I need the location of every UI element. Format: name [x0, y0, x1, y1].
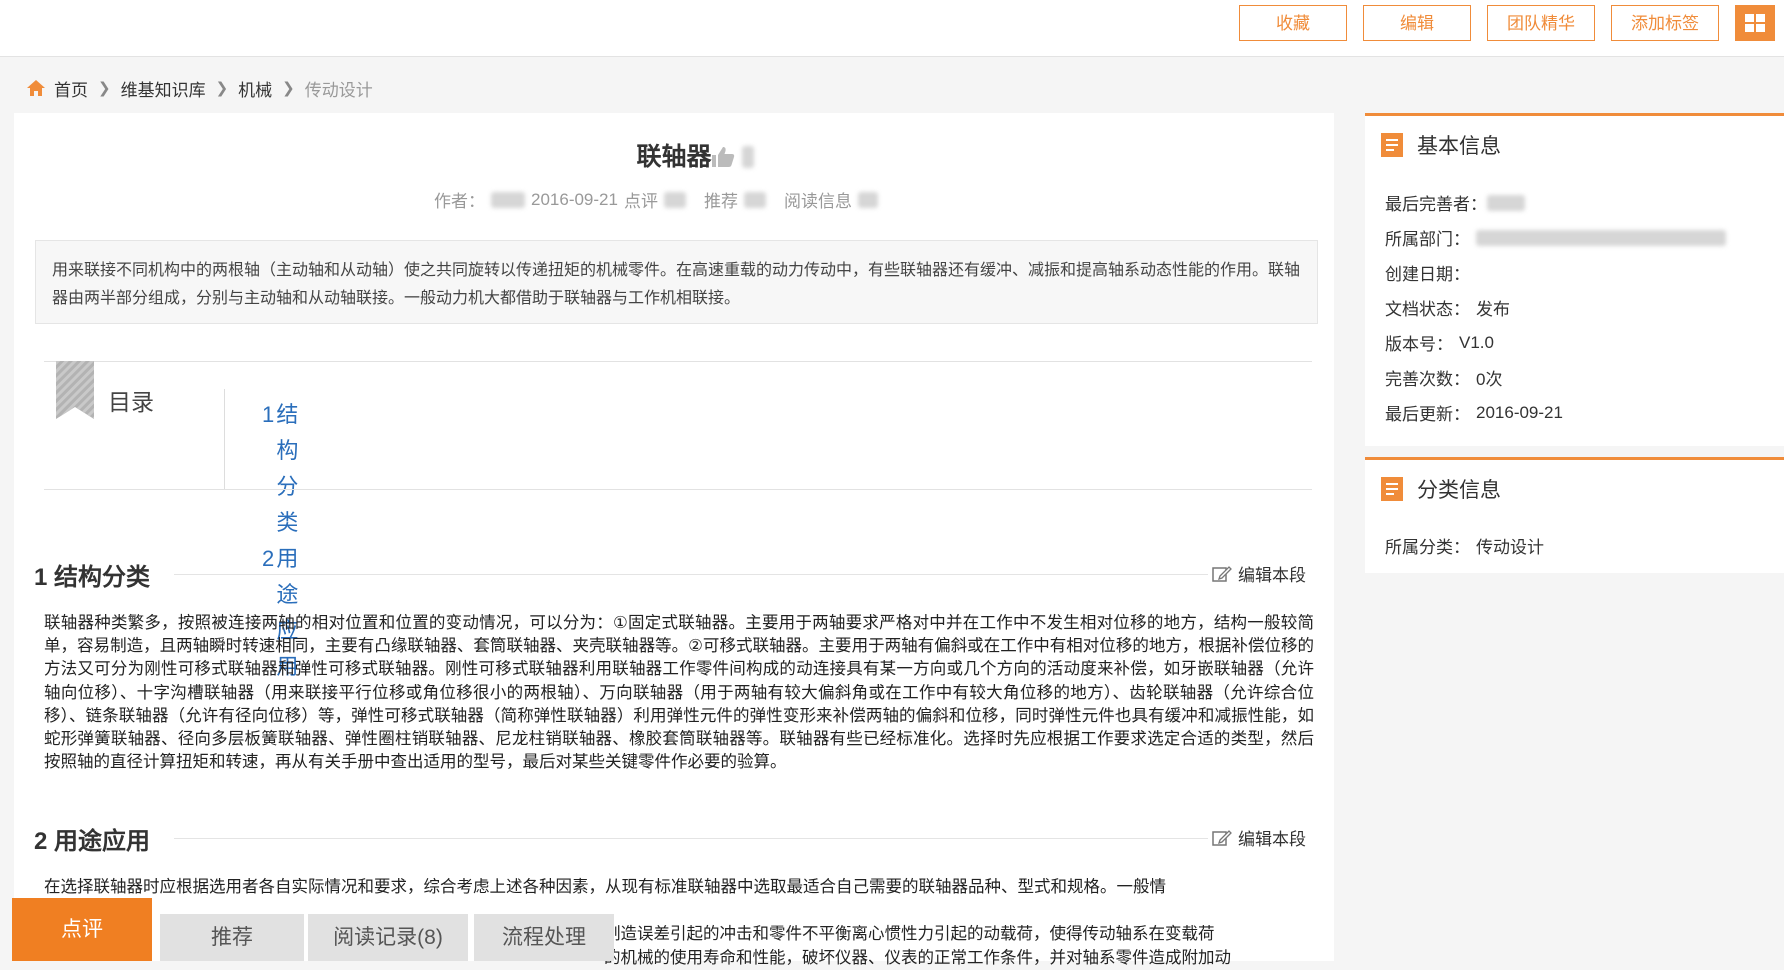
document-icon [1381, 133, 1403, 157]
section-body-usage-line1: 在选择联轴器时应根据选用者各自实际情况和要求，综合考虑上述各种因素，从现有标准联… [44, 878, 1166, 896]
section-rule [174, 574, 1208, 575]
breadcrumb-wiki[interactable]: 维基知识库 [121, 76, 206, 101]
workflow-button[interactable]: 流程处理 [474, 914, 614, 961]
category-info-title: 分类信息 [1417, 479, 1501, 502]
edit-section-label: 编辑本段 [1238, 830, 1306, 849]
section-body-structure: 联轴器种类繁多，按照被连接两轴的相对位置和位置的变动情况，可以分为：①固定式联轴… [44, 614, 1314, 772]
document-icon [1381, 477, 1403, 501]
info-row-edit-count: 完善次数： 0次 [1385, 365, 1502, 390]
basic-info-header: 基本信息 [1381, 130, 1501, 160]
recommend-label: 推荐 [703, 192, 738, 211]
info-label: 创建日期： [1385, 265, 1470, 284]
read-label: 阅读信息 [783, 192, 852, 211]
info-label: 所属部门： [1385, 230, 1470, 249]
add-tag-button[interactable]: 添加标签 [1611, 5, 1719, 41]
info-label: 文档状态： [1385, 300, 1470, 319]
chevron-right-icon: ❯ [215, 80, 229, 97]
section-rule [174, 838, 1208, 839]
info-value[interactable]: 传动设计 [1476, 533, 1544, 558]
section-body-usage-line2: 制造误差引起的冲击和零件不平衡离心惯性力引起的动载荷，使得传动轴系在变载荷 [604, 925, 1215, 943]
grid-icon[interactable] [1735, 5, 1775, 41]
read-records-button[interactable]: 阅读记录(8) [308, 914, 468, 961]
article-date: 2016-09-21 [531, 189, 618, 209]
info-value: 发布 [1476, 300, 1510, 319]
basic-info-card: 基本信息 最后完善者： 所属部门： 创建日期： 文档状态： 发布 版本号： V1… [1365, 113, 1784, 446]
info-row-department: 所属部门： [1385, 225, 1726, 250]
page-title: 联轴器 [636, 143, 712, 171]
author-label: 作者： [434, 192, 485, 211]
recommend-button[interactable]: 推荐 [160, 914, 304, 961]
edit-icon [1212, 829, 1232, 846]
section-body-usage-line3: 的机械的使用寿命和性能，破坏仪器、仪表的正常工作条件，并对轴系零件造成附加动 [604, 949, 1231, 967]
chevron-right-icon: ❯ [98, 80, 111, 97]
category-info-header: 分类信息 [1381, 474, 1501, 504]
breadcrumb-mechanical[interactable]: 机械 [238, 76, 272, 101]
section-title: 1 结构分类 [34, 564, 151, 591]
toc-item-number: 1 [262, 402, 275, 427]
like-count [742, 146, 754, 168]
author-name [491, 191, 525, 208]
info-row-status: 文档状态： 发布 [1385, 295, 1510, 320]
info-label: 版本号： [1385, 335, 1453, 354]
breadcrumb-current: 传动设计 [304, 80, 373, 100]
info-row-last-editor: 最后完善者： [1385, 190, 1525, 215]
info-row-last-update: 最后更新： 2016-09-21 [1385, 400, 1563, 425]
recommend-count [743, 191, 766, 208]
article-meta: 作者： 2016-09-21 点评 推荐 阅读信息 [434, 187, 878, 212]
info-label: 最后完善者： [1385, 195, 1487, 214]
info-value: 2016-09-21 [1476, 402, 1563, 422]
summary-box: 用来联接不同机构中的两根轴（主动轴和从动轴）使之共同旋转以传递扭矩的机械零件。在… [35, 240, 1318, 324]
edit-button[interactable]: 编辑 [1363, 5, 1471, 41]
toc-item-label: 结构分类 [276, 402, 299, 535]
info-value: V1.0 [1459, 332, 1494, 352]
divider [44, 489, 1312, 490]
article-panel: 联轴器 作者： 2016-09-21 点评 推荐 阅读信息 用来联接不同机构中的… [14, 113, 1334, 967]
edit-icon [1212, 565, 1232, 582]
info-label: 最后更新： [1385, 405, 1470, 424]
comment-button[interactable]: 点评 [12, 898, 152, 961]
team-essence-button[interactable]: 团队精华 [1487, 5, 1595, 41]
comment-count [663, 191, 686, 208]
info-label: 所属分类： [1385, 538, 1470, 557]
toc-title: 目录 [108, 389, 154, 415]
info-row-created: 创建日期： [1385, 260, 1476, 285]
read-count [857, 191, 878, 208]
edit-section-button[interactable]: 编辑本段 [1212, 561, 1306, 586]
section-title: 2 用途应用 [34, 828, 151, 855]
info-row-version: 版本号： V1.0 [1385, 330, 1494, 355]
breadcrumb-home[interactable]: 首页 [54, 76, 88, 101]
edit-section-button[interactable]: 编辑本段 [1212, 825, 1306, 850]
breadcrumb: 首页 ❯ 维基知识库 ❯ 机械 ❯ 传动设计 [26, 76, 373, 100]
category-info-card: 分类信息 所属分类： 传动设计 [1365, 457, 1784, 573]
divider [44, 361, 1312, 362]
info-value: 0次 [1476, 370, 1503, 389]
info-row-category: 所属分类： 传动设计 [1385, 533, 1544, 558]
info-value-blurred [1487, 194, 1525, 211]
comment-label: 点评 [623, 192, 658, 211]
edit-section-label: 编辑本段 [1238, 566, 1306, 585]
section-header-usage: 2 用途应用 编辑本段 [34, 821, 1334, 855]
info-value-blurred [1476, 229, 1726, 246]
info-label: 完善次数： [1385, 370, 1470, 389]
home-icon[interactable] [26, 79, 46, 97]
top-toolbar: 收藏 编辑 团队精华 添加标签 [0, 0, 1784, 57]
section-header-structure: 1 结构分类 编辑本段 [34, 557, 1334, 591]
basic-info-title: 基本信息 [1417, 135, 1501, 158]
toc-item-structure[interactable]: 1 结构分类 [262, 397, 316, 541]
toc-divider [224, 389, 225, 489]
chevron-right-icon: ❯ [282, 80, 295, 97]
bookmark-icon [56, 361, 94, 419]
favorite-button[interactable]: 收藏 [1239, 5, 1347, 41]
thumbs-up-icon[interactable] [710, 145, 736, 169]
